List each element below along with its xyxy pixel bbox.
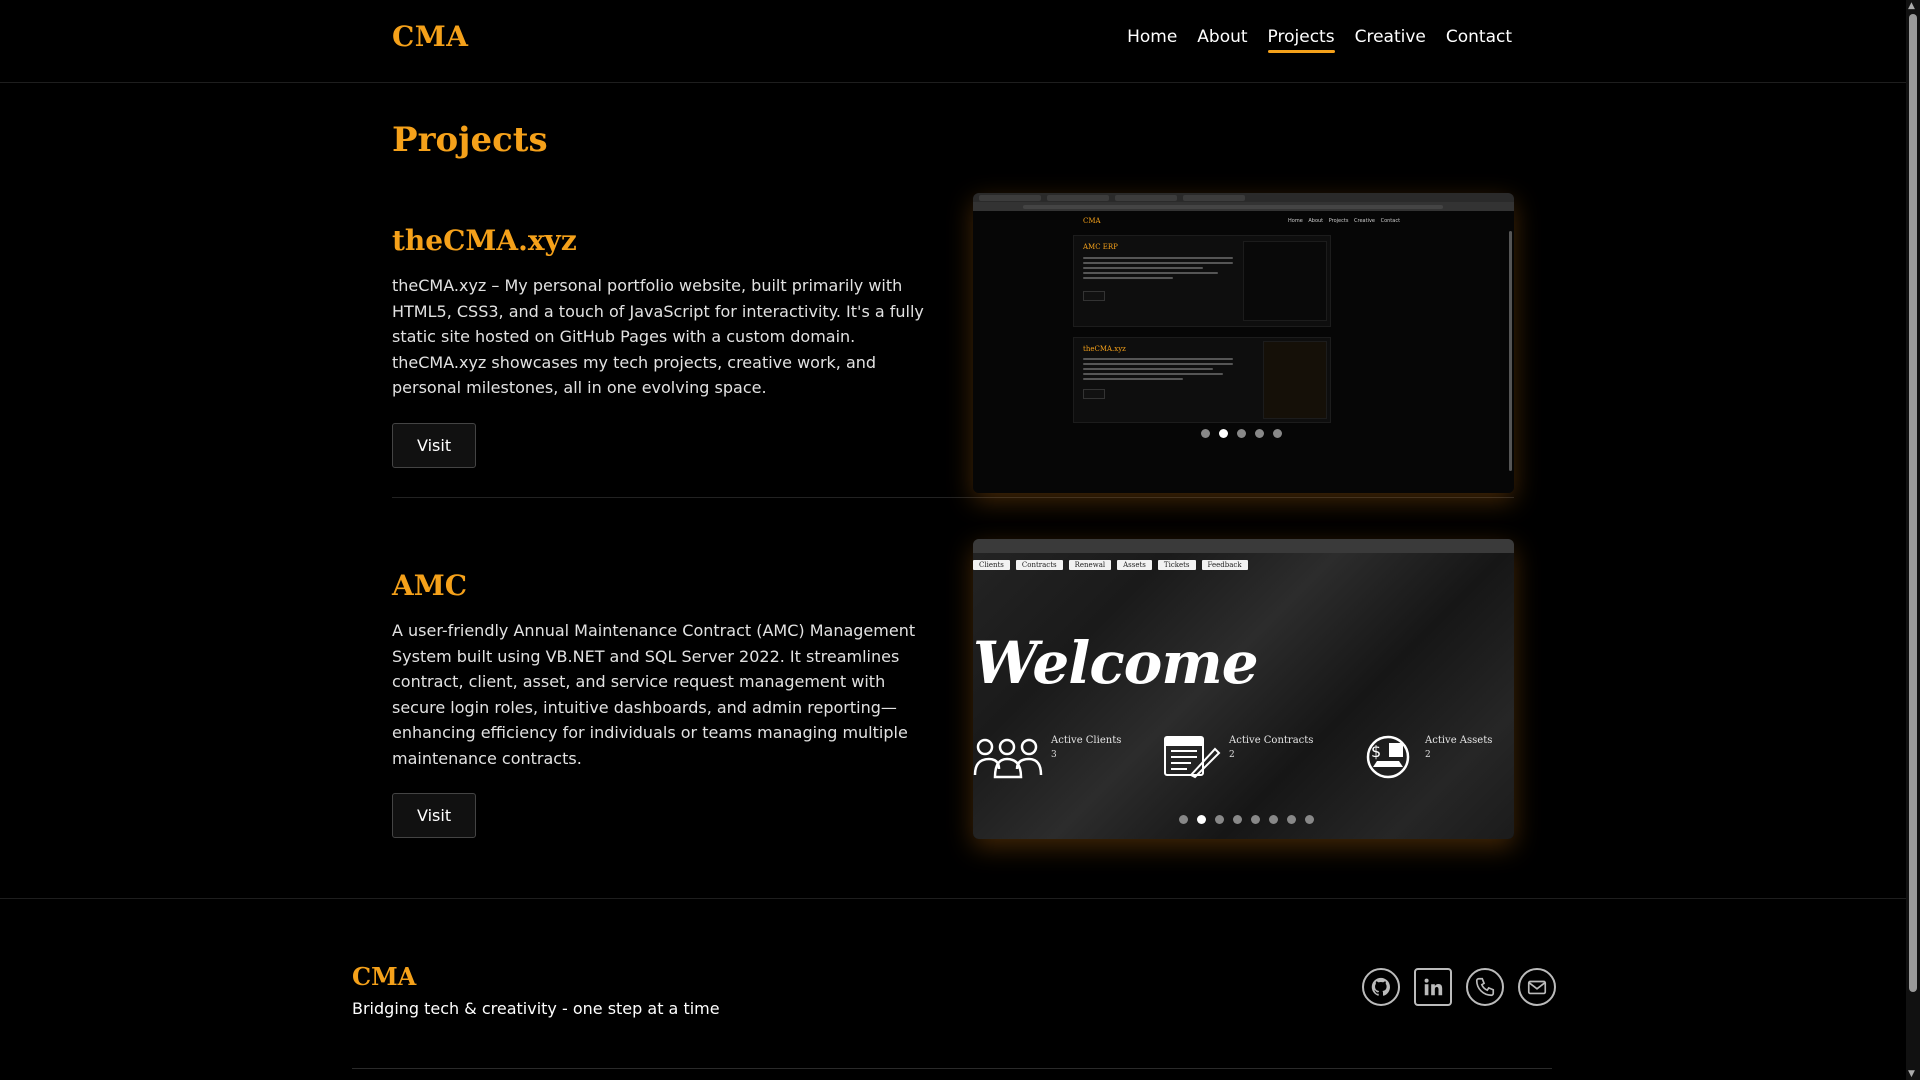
- preview-carousel-dots: [1179, 815, 1314, 824]
- project-title: AMC: [392, 569, 468, 602]
- project-card: theCMA.xyz theCMA.xyz – My personal port…: [392, 190, 1514, 498]
- nav-about[interactable]: About: [1197, 27, 1247, 53]
- page-title: Projects: [392, 120, 548, 160]
- preview-tab-bar: Clients Contracts Renewal Assets Tickets…: [973, 560, 1248, 570]
- site-header: CMA Home About Projects Creative Contact: [0, 0, 1906, 83]
- page-scrollbar[interactable]: ▲ ▼: [1906, 0, 1920, 1080]
- stat-active-assets: $ Active Assets 2: [1359, 735, 1492, 779]
- whatsapp-icon[interactable]: [1466, 968, 1504, 1006]
- project-text: theCMA.xyz theCMA.xyz – My personal port…: [392, 190, 932, 468]
- main-nav: Home About Projects Creative Contact: [1127, 27, 1512, 53]
- github-icon[interactable]: [1362, 968, 1400, 1006]
- preview-card-title: AMC ERP: [1083, 243, 1118, 251]
- preview-tab: Assets: [1117, 560, 1152, 570]
- stat-active-contracts: Active Contracts 2: [1161, 735, 1313, 779]
- stat-label: Active Assets: [1425, 735, 1493, 746]
- nav-contact[interactable]: Contact: [1446, 27, 1512, 53]
- project-description: theCMA.xyz – My personal portfolio websi…: [392, 276, 924, 397]
- preview-logo: CMA: [1083, 217, 1101, 225]
- screenshot-body: CMA Home About Projects Creative Contact…: [973, 211, 1514, 493]
- social-links: [1362, 968, 1556, 1006]
- preview-tab: Renewal: [1068, 560, 1112, 570]
- project-description: A user-friendly Annual Maintenance Contr…: [392, 621, 916, 768]
- nav-projects[interactable]: Projects: [1267, 27, 1335, 53]
- stat-value: 2: [1425, 750, 1431, 760]
- people-icon: [973, 735, 1043, 779]
- preview-tab: Clients: [973, 560, 1010, 570]
- linkedin-icon[interactable]: [1414, 968, 1452, 1006]
- stat-label: Active Clients: [1051, 735, 1122, 746]
- preview-tab: Feedback: [1201, 560, 1248, 570]
- project-card: AMC A user-friendly Annual Maintenance C…: [392, 535, 1514, 845]
- footer-tagline: Bridging tech & creativity - one step at…: [352, 999, 720, 1018]
- site-logo[interactable]: CMA: [392, 20, 469, 53]
- stat-label: Active Contracts: [1229, 735, 1314, 746]
- project-screenshot[interactable]: Clients Contracts Renewal Assets Tickets…: [973, 539, 1514, 839]
- nav-creative[interactable]: Creative: [1355, 27, 1426, 53]
- project-title: theCMA.xyz: [392, 224, 577, 257]
- assets-icon: $: [1359, 735, 1417, 779]
- stat-value: 2: [1229, 750, 1235, 760]
- footer-logo[interactable]: CMA: [352, 962, 416, 991]
- preview-carousel-dots: [1201, 429, 1282, 438]
- scrollbar-thumb[interactable]: [1909, 14, 1917, 992]
- contract-icon: [1161, 735, 1221, 779]
- browser-address-bar: [973, 202, 1514, 211]
- visit-button[interactable]: Visit: [392, 422, 477, 468]
- nav-home[interactable]: Home: [1127, 27, 1177, 53]
- svg-text:$: $: [1371, 742, 1381, 761]
- project-screenshot[interactable]: CMA Home About Projects Creative Contact…: [973, 193, 1514, 493]
- stat-active-clients: Active Clients 3: [973, 735, 1121, 779]
- preview-card-title: theCMA.xyz: [1083, 345, 1126, 353]
- scroll-down-arrow-icon[interactable]: ▼: [1908, 1069, 1915, 1079]
- scroll-up-arrow-icon[interactable]: ▲: [1908, 1, 1915, 11]
- mail-icon[interactable]: [1518, 968, 1556, 1006]
- preview-nav: Home About Projects Creative Contact: [1288, 218, 1401, 224]
- footer-bottom-divider: [352, 1068, 1552, 1069]
- stat-value: 3: [1051, 750, 1057, 760]
- project-text: AMC A user-friendly Annual Maintenance C…: [392, 535, 932, 838]
- preview-tab: Tickets: [1157, 560, 1196, 570]
- browser-tab-strip: [973, 193, 1514, 202]
- visit-button[interactable]: Visit: [392, 793, 477, 838]
- welcome-heading: Welcome: [973, 629, 1259, 697]
- footer-divider: [0, 898, 1906, 899]
- preview-tab: Contracts: [1015, 560, 1063, 570]
